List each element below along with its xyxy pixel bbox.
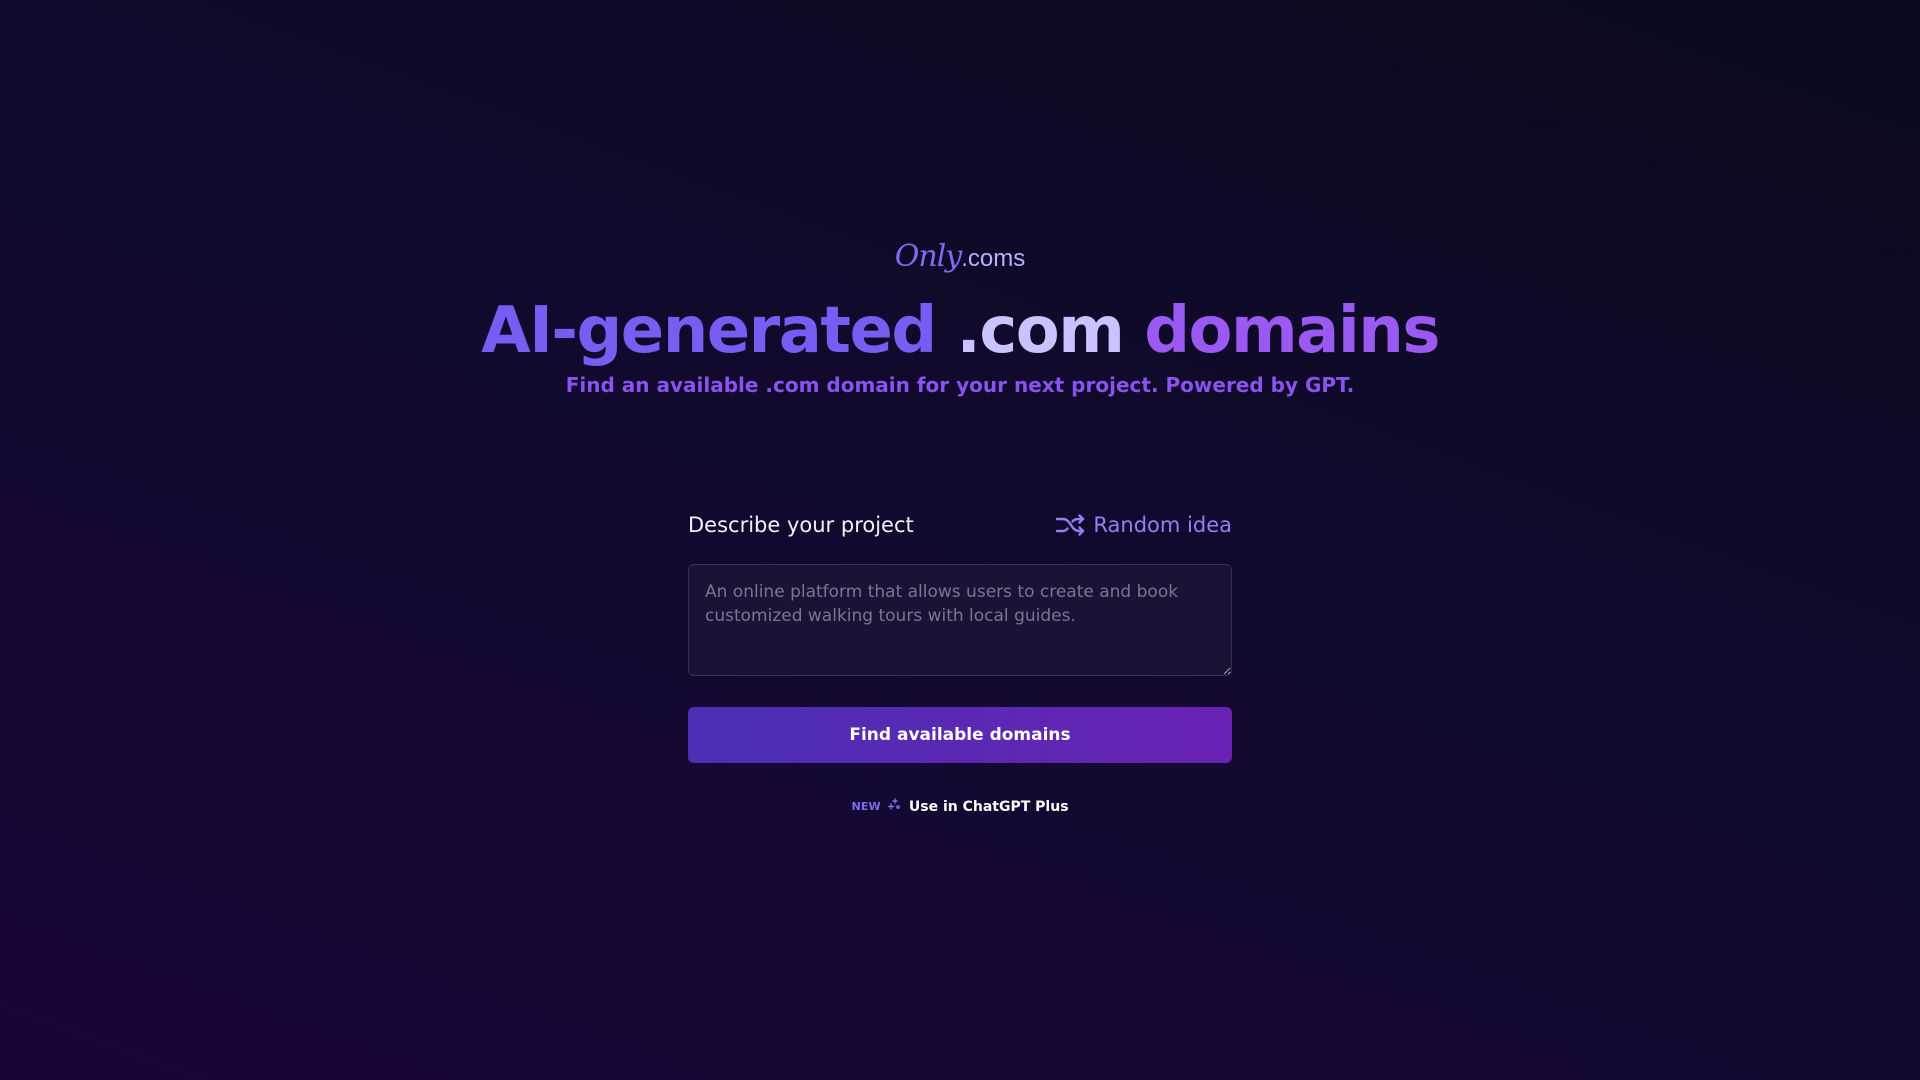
- chatgpt-promo: NEW Use in ChatGPT Plus: [688, 797, 1232, 816]
- find-available-domains-button[interactable]: Find available domains: [688, 707, 1232, 763]
- logo-script-text: Only: [894, 239, 962, 274]
- headline-part-domains: domains: [1123, 294, 1440, 368]
- shuffle-icon: [1055, 514, 1085, 536]
- domain-search-form: Describe your project Random idea Find a…: [688, 508, 1232, 816]
- logo[interactable]: Only.coms: [0, 242, 1920, 272]
- use-in-chatgpt-plus-link[interactable]: Use in ChatGPT Plus: [909, 799, 1069, 815]
- page: Only.coms AI-generated .com domains Find…: [0, 0, 1920, 1080]
- project-description-input[interactable]: [688, 564, 1232, 676]
- random-idea-button[interactable]: Random idea: [1055, 513, 1232, 537]
- form-header: Describe your project Random idea: [688, 508, 1232, 542]
- random-idea-label: Random idea: [1093, 513, 1232, 537]
- page-title: AI-generated .com domains: [0, 293, 1920, 369]
- sparkle-icon: [887, 797, 901, 816]
- logo-suffix-text: .coms: [961, 245, 1026, 272]
- headline-part-com: .com: [956, 294, 1125, 368]
- new-badge: NEW: [851, 800, 881, 813]
- describe-project-label: Describe your project: [688, 513, 914, 537]
- page-subtitle: Find an available .com domain for your n…: [565, 373, 1355, 397]
- headline-part-ai-generated: AI-generated: [481, 294, 957, 368]
